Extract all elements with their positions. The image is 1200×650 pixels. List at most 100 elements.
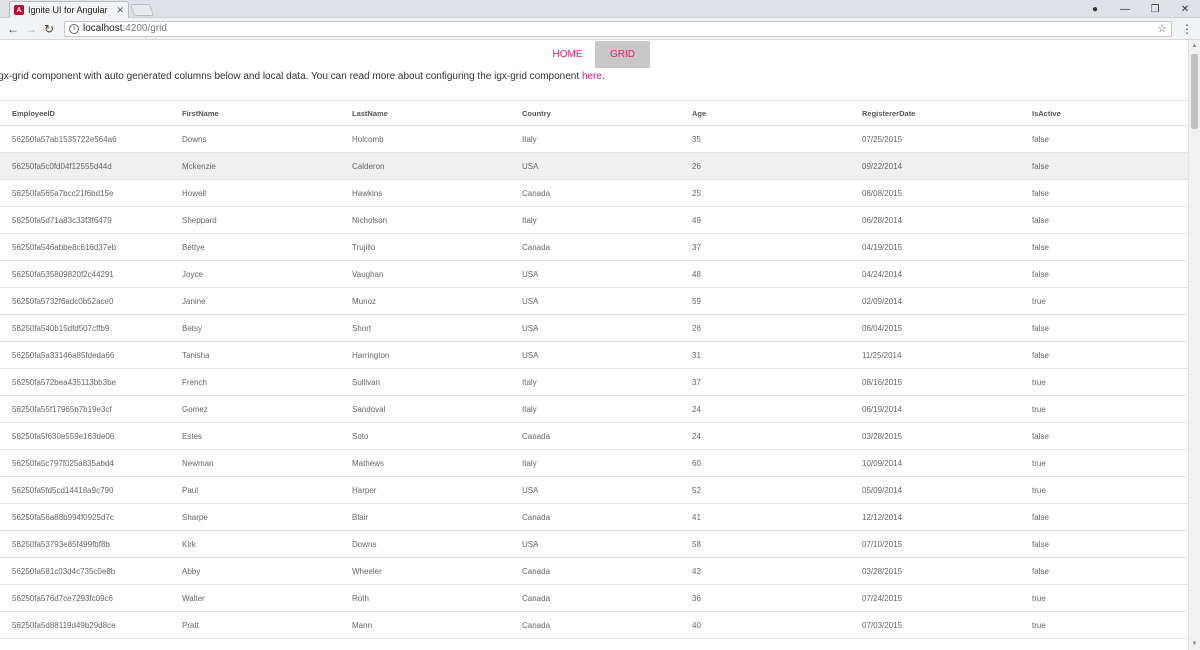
table-cell[interactable]: 07/03/2015 [850, 621, 1020, 630]
table-row[interactable]: 56250fa581c03d4c735c0e8b Abby Wheeler Canad… [0, 558, 1188, 585]
table-cell[interactable]: Mathews [340, 459, 510, 468]
table-cell[interactable]: 58 [680, 540, 850, 549]
back-arrow-icon[interactable]: ← [4, 22, 22, 36]
table-cell[interactable]: Harrington [340, 351, 510, 360]
table-cell[interactable]: false [1020, 567, 1188, 576]
forward-arrow-icon[interactable]: → [22, 22, 40, 36]
table-cell[interactable]: Short [340, 324, 510, 333]
table-cell[interactable]: 02/09/2014 [850, 297, 1020, 306]
address-bar[interactable]: i localhost :4200/grid ☆ [64, 20, 1172, 37]
table-cell[interactable]: true [1020, 486, 1188, 495]
table-row[interactable]: 56250fa5732f6adc0b52ace0 Janine Munoz USA 59… [0, 288, 1188, 315]
table-cell[interactable]: 06/19/2014 [850, 405, 1020, 414]
table-cell[interactable]: French [170, 378, 340, 387]
reload-icon[interactable]: ↻ [40, 22, 58, 36]
table-cell[interactable]: 04/19/2015 [850, 243, 1020, 252]
column-header-firstname[interactable]: FirstName [170, 109, 340, 118]
table-cell[interactable]: Harper [340, 486, 510, 495]
profile-icon[interactable]: ● [1080, 4, 1110, 15]
table-cell[interactable]: Gomez [170, 405, 340, 414]
table-cell[interactable]: Soto [340, 432, 510, 441]
table-cell[interactable]: true [1020, 405, 1188, 414]
scroll-down-icon[interactable]: ▼ [1189, 638, 1200, 650]
table-cell[interactable]: 08/16/2015 [850, 378, 1020, 387]
table-cell[interactable]: Nicholson [340, 216, 510, 225]
table-row[interactable]: 56250fa5d71a83c33f3f6479 Sheppard Nicholso… [0, 207, 1188, 234]
column-header-age[interactable]: Age [680, 109, 850, 118]
table-cell[interactable]: 06/04/2015 [850, 324, 1020, 333]
column-header-lastname[interactable]: LastName [340, 109, 510, 118]
table-row[interactable]: 56250fa56a88b994f0925d7c Sharpe Blair Canad… [0, 504, 1188, 531]
table-cell[interactable]: Canada [510, 432, 680, 441]
table-cell[interactable]: 56250fa546abbe8c616d37eb [0, 243, 170, 252]
table-cell[interactable]: 24 [680, 405, 850, 414]
close-window-icon[interactable]: ✕ [1170, 4, 1200, 15]
table-cell[interactable]: 56250fa5a33146a85fdeda66 [0, 351, 170, 360]
table-cell[interactable]: 56250fa565a7bcc21f6bd15e [0, 189, 170, 198]
table-cell[interactable]: 56250fa53793e85f499fbf8b [0, 540, 170, 549]
table-row[interactable]: 56250fa535809820f2c44291 Joyce Vaughan USA 4… [0, 261, 1188, 288]
table-cell[interactable]: 52 [680, 486, 850, 495]
table-cell[interactable]: true [1020, 594, 1188, 603]
table-cell[interactable]: 60 [680, 459, 850, 468]
table-cell[interactable]: Walter [170, 594, 340, 603]
table-cell[interactable]: USA [510, 351, 680, 360]
table-cell[interactable]: false [1020, 513, 1188, 522]
table-cell[interactable]: Canada [510, 621, 680, 630]
table-cell[interactable]: Calderon [340, 162, 510, 171]
table-cell[interactable]: 56250fa5fd5cd14418a9c790 [0, 486, 170, 495]
table-cell[interactable]: 08/08/2015 [850, 189, 1020, 198]
table-cell[interactable]: Newman [170, 459, 340, 468]
column-header-country[interactable]: Country [510, 109, 680, 118]
column-header-registererdate[interactable]: RegistererDate [850, 109, 1020, 118]
table-cell[interactable]: 56250fa5d71a83c33f3f6479 [0, 216, 170, 225]
column-header-isactive[interactable]: IsActive [1020, 109, 1188, 118]
table-cell[interactable]: Paul [170, 486, 340, 495]
table-cell[interactable]: 41 [680, 513, 850, 522]
table-cell[interactable]: true [1020, 297, 1188, 306]
table-cell[interactable]: USA [510, 270, 680, 279]
table-cell[interactable]: true [1020, 459, 1188, 468]
table-cell[interactable]: Italy [510, 378, 680, 387]
table-row[interactable]: 56250fa5fd5cd14418a9c790 Paul Harper USA 52 0… [0, 477, 1188, 504]
browser-tab[interactable]: A Ignite UI for Angular ✕ [9, 1, 129, 18]
table-cell[interactable]: 31 [680, 351, 850, 360]
table-cell[interactable]: Downs [340, 540, 510, 549]
table-cell[interactable]: 07/24/2015 [850, 594, 1020, 603]
nav-grid-link[interactable]: GRID [595, 41, 650, 68]
table-cell[interactable]: Tanisha [170, 351, 340, 360]
table-cell[interactable]: 04/24/2014 [850, 270, 1020, 279]
table-cell[interactable]: Italy [510, 459, 680, 468]
table-cell[interactable]: Pratt [170, 621, 340, 630]
table-cell[interactable]: Sullivan [340, 378, 510, 387]
minimize-icon[interactable]: — [1110, 4, 1140, 15]
table-row[interactable]: 56250fa55f17965b7b19e3cf Gomez Sandoval Ita… [0, 396, 1188, 423]
table-cell[interactable]: 59 [680, 297, 850, 306]
table-cell[interactable]: 56250fa5d88119d49b29d8ce [0, 621, 170, 630]
table-cell[interactable]: Joyce [170, 270, 340, 279]
table-cell[interactable]: Hawkins [340, 189, 510, 198]
table-cell[interactable]: Roth [340, 594, 510, 603]
table-cell[interactable]: Holcomb [340, 135, 510, 144]
table-row[interactable]: 56250fa565a7bcc21f6bd15e Howell Hawkins Can… [0, 180, 1188, 207]
table-cell[interactable]: true [1020, 621, 1188, 630]
table-cell[interactable]: Canada [510, 513, 680, 522]
table-cell[interactable]: Mann [340, 621, 510, 630]
table-cell[interactable]: false [1020, 270, 1188, 279]
table-cell[interactable]: 25 [680, 189, 850, 198]
table-cell[interactable]: 11/25/2014 [850, 351, 1020, 360]
table-cell[interactable]: 56250fa5c0fd04f12555d44d [0, 162, 170, 171]
table-cell[interactable]: Vaughan [340, 270, 510, 279]
table-row[interactable]: 56250fa5d88119d49b29d8ce Pratt Mann Canada 4… [0, 612, 1188, 639]
table-cell[interactable]: false [1020, 243, 1188, 252]
table-row[interactable]: 56250fa5c797f025a835abd4 Newman Mathews Ita… [0, 450, 1188, 477]
table-cell[interactable]: Italy [510, 405, 680, 414]
table-cell[interactable]: 56250fa572bea435113bb3be [0, 378, 170, 387]
table-row[interactable]: 56250fa57ab1535722e564a6 Downs Holcomb Ital… [0, 126, 1188, 153]
table-cell[interactable]: 48 [680, 270, 850, 279]
table-cell[interactable]: 56250fa57ab1535722e564a6 [0, 135, 170, 144]
column-header-employeeid[interactable]: EmployeeID [0, 109, 170, 118]
table-row[interactable]: 56250fa546abbe8c616d37eb Bettye Trujillo Ca… [0, 234, 1188, 261]
table-cell[interactable]: 56250fa5f630e559e163de06 [0, 432, 170, 441]
table-cell[interactable]: 56250fa5732f6adc0b52ace0 [0, 297, 170, 306]
